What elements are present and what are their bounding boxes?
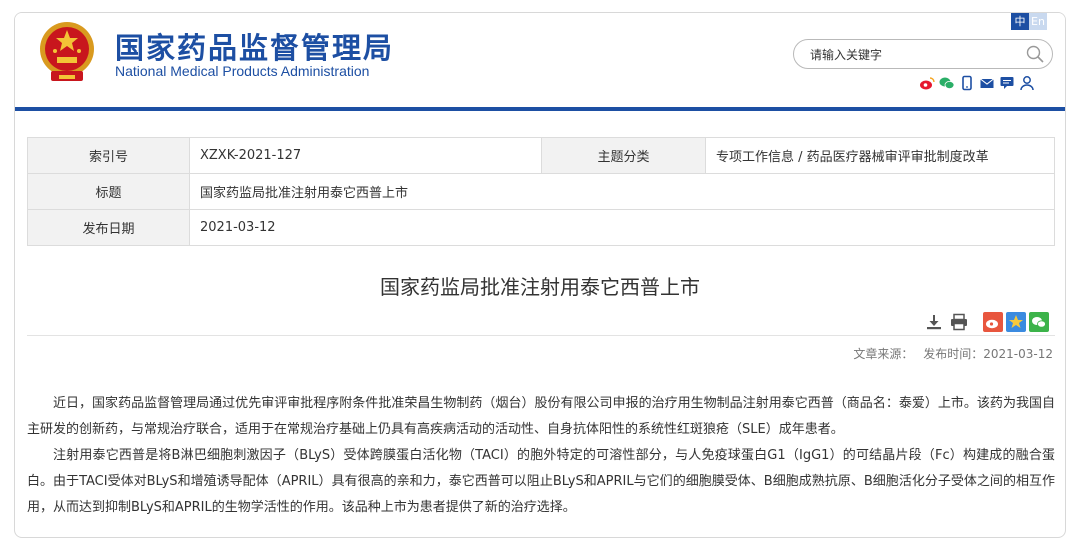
article-meta: 文章来源： 发布时间：2021-03-12 — [847, 345, 1053, 362]
wechat-icon[interactable] — [939, 75, 955, 91]
share-buttons — [983, 312, 1049, 332]
site-header: 国家药品监督管理局 National Medical Products Admi… — [15, 13, 1065, 111]
site-title-cn[interactable]: 国家药品监督管理局 — [115, 25, 394, 67]
language-switch: 中 En — [1011, 13, 1047, 30]
lang-en-button[interactable]: En — [1029, 13, 1047, 30]
article-body: 近日，国家药品监督管理局通过优先审评审批程序附条件批准荣昌生物制药（烟台）股份有… — [27, 391, 1055, 521]
lang-zh-button[interactable]: 中 — [1011, 13, 1029, 30]
mobile-icon[interactable] — [959, 75, 975, 91]
weibo-share-icon[interactable] — [983, 312, 1003, 332]
qzone-share-icon[interactable] — [1006, 312, 1026, 332]
title-label: 标题 — [27, 173, 190, 210]
table-row: 发布日期 2021-03-12 — [27, 209, 1055, 246]
date-value: 2021-03-12 — [189, 209, 1055, 246]
download-icon[interactable] — [925, 313, 943, 331]
toolbar-divider — [27, 335, 1055, 336]
page-frame: 国家药品监督管理局 National Medical Products Admi… — [14, 12, 1066, 538]
weibo-icon[interactable] — [919, 75, 935, 91]
article-title: 国家药监局批准注射用泰它西普上市 — [380, 275, 700, 299]
table-row: 索引号 XZXK-2021-127 主题分类 专项工作信息 / 药品医疗器械审评… — [27, 137, 1055, 174]
article-tools — [925, 313, 969, 331]
search-icon[interactable] — [1026, 45, 1044, 63]
social-links — [919, 75, 1035, 91]
article-source: 文章来源： — [853, 347, 914, 361]
table-row: 标题 国家药监局批准注射用泰它西普上市 — [27, 173, 1055, 210]
title-value: 国家药监局批准注射用泰它西普上市 — [189, 173, 1055, 210]
article-publish-time: 发布时间：2021-03-12 — [923, 347, 1053, 361]
search-box — [793, 39, 1053, 70]
article-paragraph: 近日，国家药品监督管理局通过优先审评审批程序附条件批准荣昌生物制药（烟台）股份有… — [27, 396, 1055, 437]
national-emblem-icon — [40, 22, 94, 81]
date-label: 发布日期 — [27, 209, 190, 246]
article-paragraph: 注射用泰它西普是将B淋巴细胞刺激因子（BLyS）受体跨膜蛋白活化物（TACI）的… — [27, 448, 1055, 515]
print-icon[interactable] — [949, 313, 969, 331]
topic-value: 专项工作信息 / 药品医疗器械审评审批制度改革 — [705, 137, 1055, 174]
info-table: 索引号 XZXK-2021-127 主题分类 专项工作信息 / 药品医疗器械审评… — [27, 137, 1055, 246]
topic-label: 主题分类 — [541, 137, 706, 174]
mail-icon[interactable] — [979, 75, 995, 91]
header-divider — [15, 107, 1065, 111]
wechat-share-icon[interactable] — [1029, 312, 1049, 332]
search-input[interactable] — [808, 40, 1017, 70]
site-title-en[interactable]: National Medical Products Administration — [115, 63, 369, 79]
user-icon[interactable] — [1019, 75, 1035, 91]
index-value: XZXK-2021-127 — [189, 137, 542, 174]
message-icon[interactable] — [999, 75, 1015, 91]
index-label: 索引号 — [27, 137, 190, 174]
